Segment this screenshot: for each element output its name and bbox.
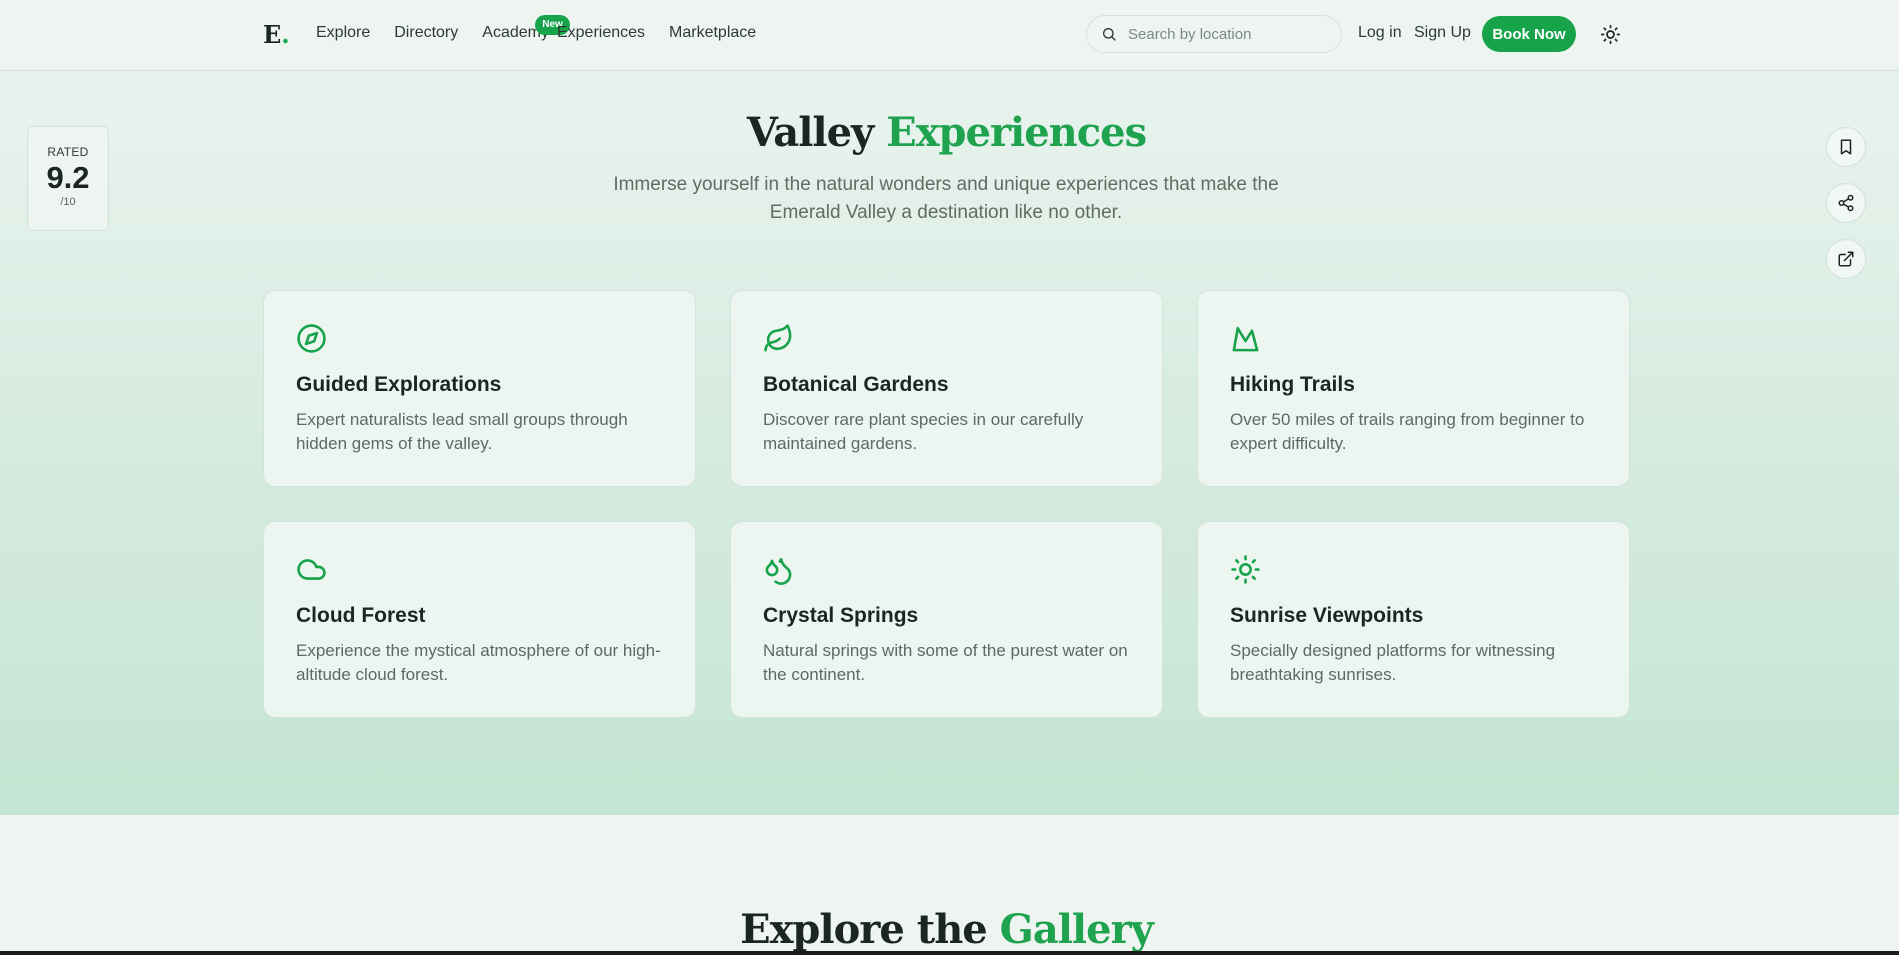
experiences-title-main: Valley xyxy=(746,109,887,156)
top-navbar: E. Explore Directory Academy New Experien… xyxy=(0,0,1899,71)
experience-card-botanical-gardens[interactable]: Botanical Gardens Discover rare plant sp… xyxy=(730,290,1163,487)
droplets-icon xyxy=(765,557,792,585)
sun-icon[interactable] xyxy=(1600,24,1621,45)
card-title: Sunrise Viewpoints xyxy=(1230,604,1424,627)
share-button[interactable] xyxy=(1826,183,1866,223)
experience-card-cloud-forest[interactable]: Cloud Forest Experience the mystical atm… xyxy=(263,521,696,718)
experience-card-sunrise-viewpoints[interactable]: Sunrise Viewpoints Specially designed pl… xyxy=(1197,521,1630,718)
card-title: Guided Explorations xyxy=(296,373,502,396)
mountain-icon xyxy=(1232,326,1259,352)
gallery-title: Explore the Gallery xyxy=(0,906,1893,953)
nav-link-explore[interactable]: Explore xyxy=(316,24,370,42)
gallery-title-accent: Gallery xyxy=(999,906,1154,953)
book-now-button[interactable]: Book Now xyxy=(1482,16,1576,52)
signup-link[interactable]: Sign Up xyxy=(1414,24,1471,42)
card-description: Expert naturalists lead small groups thr… xyxy=(296,410,628,453)
experiences-subtitle: Immerse yourself in the natural wonders … xyxy=(613,174,1279,223)
logo-letter: E xyxy=(263,20,282,49)
card-description: Over 50 miles of trails ranging from beg… xyxy=(1230,410,1585,453)
login-link[interactable]: Log in xyxy=(1358,24,1402,42)
nav-link-marketplace[interactable]: Marketplace xyxy=(669,24,756,42)
compass-icon xyxy=(297,324,326,353)
card-description: Discover rare plant species in our caref… xyxy=(763,410,1084,453)
nav-link-academy[interactable]: Academy New xyxy=(482,15,570,42)
sun-icon xyxy=(1231,555,1260,584)
card-description: Natural springs with some of the purest … xyxy=(763,641,1128,684)
rating-scale: /10 xyxy=(60,196,76,209)
bottom-edge-bar xyxy=(0,951,1899,955)
card-title: Cloud Forest xyxy=(296,604,426,627)
share-icon xyxy=(1838,194,1854,212)
brand-logo[interactable]: E. xyxy=(263,20,290,49)
logo-dot: . xyxy=(281,20,290,49)
cloud-icon xyxy=(297,559,326,580)
experiences-title-accent: Experiences xyxy=(886,109,1147,156)
main-nav: Explore Directory Academy New Experiences… xyxy=(316,15,780,42)
gallery-title-main: Explore the xyxy=(740,906,1000,953)
search-input[interactable] xyxy=(1128,25,1328,43)
experience-card-crystal-springs[interactable]: Crystal Springs Natural springs with som… xyxy=(730,521,1163,718)
nav-link-experiences[interactable]: Experiences xyxy=(557,24,645,42)
leaf-icon xyxy=(764,324,792,352)
experiences-title: Valley Experiences xyxy=(0,109,1893,156)
experience-card-guided-explorations[interactable]: Guided Explorations Expert naturalists l… xyxy=(263,290,696,487)
experience-card-hiking-trails[interactable]: Hiking Trails Over 50 miles of trails ra… xyxy=(1197,290,1630,487)
search-box xyxy=(1086,15,1342,53)
card-description: Experience the mystical atmosphere of ou… xyxy=(296,641,661,684)
search-icon xyxy=(1103,28,1116,41)
card-title: Hiking Trails xyxy=(1230,373,1355,396)
external-link-icon xyxy=(1838,251,1854,267)
card-description: Specially designed platforms for witness… xyxy=(1230,641,1556,684)
card-title: Crystal Springs xyxy=(763,604,919,627)
rating-value: 9.2 xyxy=(46,160,90,195)
card-title: Botanical Gardens xyxy=(763,373,949,396)
nav-link-directory[interactable]: Directory xyxy=(394,24,458,42)
gallery-section: Explore the Gallery xyxy=(0,815,1899,955)
open-external-button[interactable] xyxy=(1826,239,1866,279)
